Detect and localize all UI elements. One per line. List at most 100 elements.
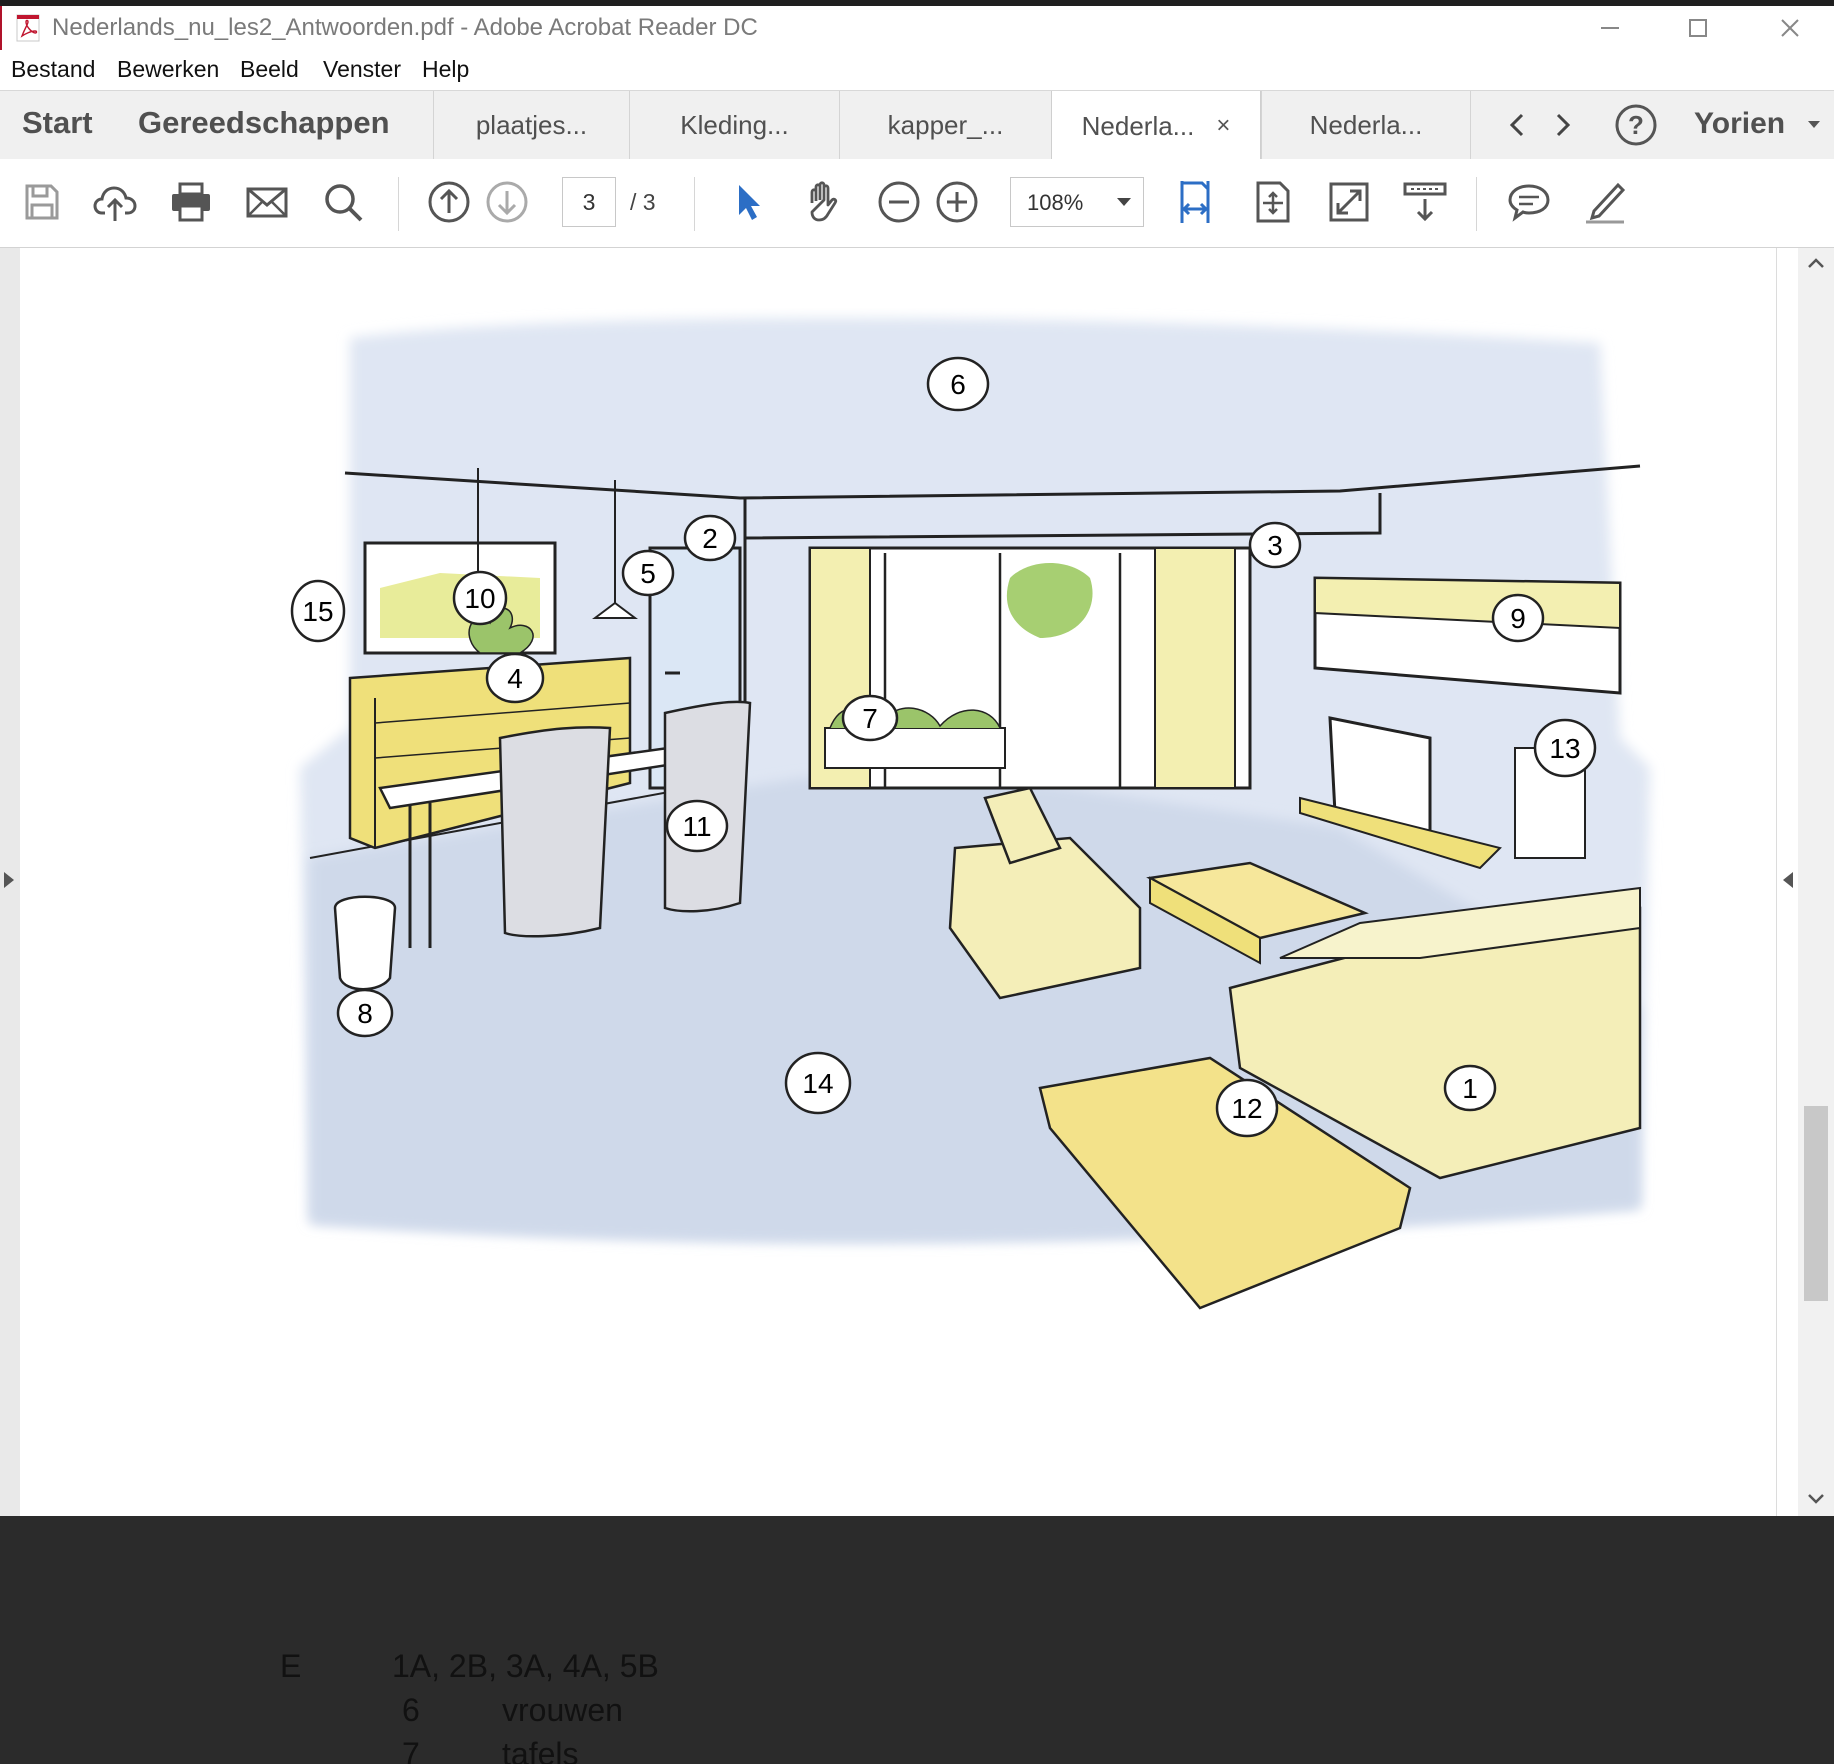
cloud-upload-icon [93, 186, 137, 221]
answer-number-6: 6 [402, 1692, 420, 1728]
svg-text:12: 12 [1231, 1093, 1262, 1124]
label-6: 6 [926, 356, 990, 412]
user-menu-caret[interactable] [1808, 121, 1820, 128]
svg-text:15: 15 [302, 596, 333, 627]
doc-tab-1[interactable]: plaatjes... [433, 91, 629, 159]
tab-bar: Start Gereedschappen plaatjes... Kleding… [0, 90, 1834, 161]
select-tool-button[interactable] [724, 177, 774, 227]
svg-text:10: 10 [464, 583, 495, 614]
label-4: 4 [485, 652, 545, 704]
minimize-icon [1601, 27, 1619, 29]
doc-tab-4-active[interactable]: Nederla... × [1051, 91, 1261, 161]
save-button[interactable] [16, 177, 66, 227]
doc-tab-2[interactable]: Kleding... [629, 91, 839, 159]
expand-right-icon[interactable] [1781, 870, 1795, 890]
tab-tools[interactable]: Gereedschappen [138, 105, 390, 141]
close-window-button[interactable] [1754, 6, 1826, 50]
close-icon [1781, 19, 1799, 37]
menu-bar: Bestand Bewerken Beeld Venster Help [0, 50, 1834, 90]
hand-tool-button[interactable] [798, 177, 848, 227]
toolbar-separator [694, 177, 695, 231]
fit-page-button[interactable] [1248, 177, 1298, 227]
search-icon [325, 184, 363, 222]
help-icon[interactable]: ? [1614, 103, 1658, 147]
scroll-thumb[interactable] [1804, 1106, 1828, 1301]
svg-text:1: 1 [1462, 1073, 1478, 1104]
chevron-left-icon[interactable] [1506, 111, 1530, 139]
menu-beeld[interactable]: Beeld [240, 56, 299, 83]
svg-text:14: 14 [802, 1068, 833, 1099]
answer-line-1: 1A, 2B, 3A, 4A, 5B [392, 1648, 659, 1684]
zoom-out-button[interactable] [874, 177, 924, 227]
toolbar: 3 / 3 108% [0, 159, 1834, 248]
zoom-dropdown[interactable]: 108% [1010, 177, 1144, 227]
right-panel-toggle[interactable] [1776, 248, 1799, 1516]
print-icon [172, 182, 210, 222]
sign-button[interactable] [1580, 177, 1630, 227]
svg-text:11: 11 [682, 811, 711, 842]
svg-text:6: 6 [950, 369, 966, 400]
save-icon [25, 184, 59, 220]
label-12: 12 [1215, 1078, 1279, 1138]
doc-tab-label: kapper_... [887, 109, 1004, 140]
user-name[interactable]: Yorien [1694, 107, 1785, 141]
svg-text:4: 4 [507, 663, 523, 694]
mail-icon [246, 187, 288, 218]
zoom-in-icon [936, 181, 978, 223]
maximize-button[interactable] [1662, 6, 1734, 50]
minimize-button[interactable] [1574, 6, 1646, 50]
read-mode-button[interactable] [1400, 177, 1450, 227]
comment-button[interactable] [1504, 177, 1554, 227]
fit-width-icon [1180, 181, 1210, 223]
tab-close-button[interactable]: × [1216, 112, 1230, 140]
chevron-right-icon[interactable] [1550, 111, 1574, 139]
next-page-button[interactable] [482, 177, 532, 227]
label-8: 8 [336, 988, 394, 1038]
chevron-down-icon [1117, 198, 1131, 206]
fullscreen-icon [1329, 182, 1369, 222]
tab-start[interactable]: Start [22, 105, 93, 141]
doc-tab-label: plaatjes... [475, 109, 588, 140]
label-7: 7 [841, 694, 899, 742]
toolbar-separator [398, 177, 399, 231]
page-number-input[interactable]: 3 [562, 177, 616, 227]
scroll-up-icon[interactable] [1806, 256, 1826, 270]
label-1: 1 [1443, 1064, 1497, 1112]
menu-bestand[interactable]: Bestand [11, 56, 95, 83]
fit-width-button[interactable] [1170, 177, 1220, 227]
svg-text:9: 9 [1510, 603, 1526, 634]
previous-page-button[interactable] [424, 177, 474, 227]
vertical-scrollbar[interactable] [1798, 248, 1834, 1516]
doc-tab-5[interactable]: Nederla... [1261, 91, 1471, 159]
doc-tab-label: Kleding... [680, 109, 789, 140]
left-panel-toggle[interactable] [0, 248, 20, 1516]
zoom-value: 108% [1027, 190, 1084, 215]
label-11: 11 [665, 799, 729, 853]
document-view[interactable]: 1 2 3 4 5 6 7 8 9 10 11 12 13 14 15 E 1A… [0, 248, 1834, 1764]
doc-tab-3[interactable]: kapper_... [839, 91, 1051, 159]
menu-bewerken[interactable]: Bewerken [117, 56, 219, 83]
label-5: 5 [621, 549, 675, 597]
window-bottom-edge [0, 1516, 1834, 1524]
living-room-illustration: 1 2 3 4 5 6 7 8 9 10 11 12 13 14 15 [290, 318, 1650, 1310]
menu-venster[interactable]: Venster [323, 56, 401, 83]
search-button[interactable] [318, 177, 368, 227]
scroll-down-icon[interactable] [1806, 1492, 1826, 1506]
email-button[interactable] [242, 177, 292, 227]
expand-left-icon[interactable] [2, 870, 16, 890]
menu-help[interactable]: Help [422, 56, 469, 83]
page-up-icon [428, 181, 470, 223]
fullscreen-button[interactable] [1324, 177, 1374, 227]
upload-button[interactable] [90, 177, 140, 227]
label-14: 14 [784, 1051, 852, 1115]
comment-icon [1508, 184, 1550, 222]
chair [498, 726, 612, 938]
print-button[interactable] [166, 177, 216, 227]
label-3: 3 [1248, 521, 1302, 569]
zoom-in-button[interactable] [932, 177, 982, 227]
label-13: 13 [1533, 718, 1597, 778]
page-down-icon [486, 181, 528, 223]
toolbar-separator [1476, 177, 1477, 231]
label-10: 10 [452, 570, 508, 626]
answer-word-6: vrouwen [502, 1692, 623, 1728]
